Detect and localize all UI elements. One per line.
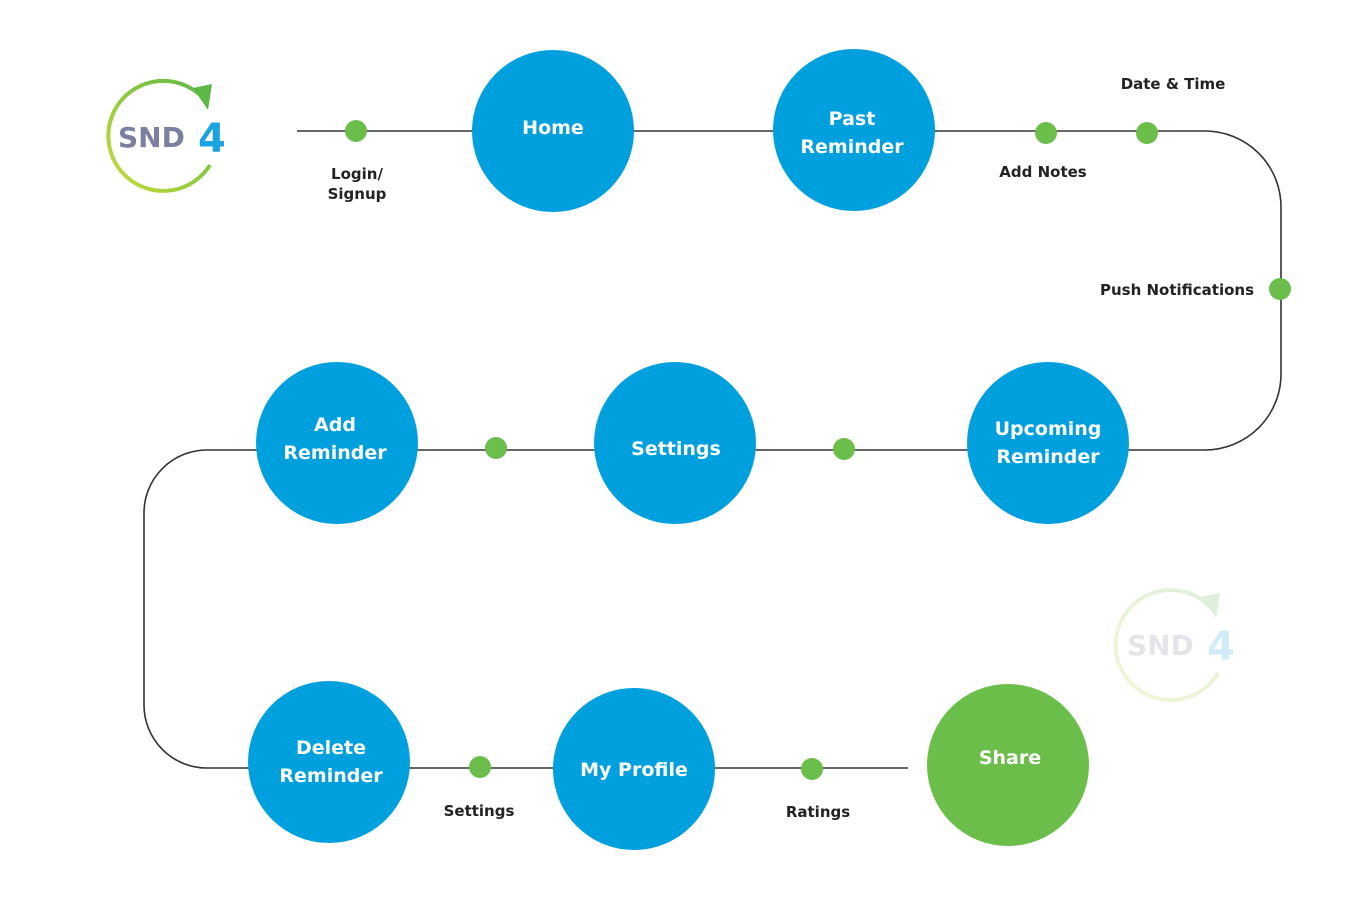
- logo: SND 4: [106, 78, 226, 193]
- dot-login: [345, 120, 367, 142]
- node-past-reminder[interactable]: Past Reminder: [773, 49, 935, 211]
- dot-ratings: [801, 758, 823, 780]
- node-settings[interactable]: Settings: [594, 362, 756, 524]
- label-date-time: Date & Time: [1121, 75, 1226, 93]
- logo-text: SND: [118, 121, 185, 154]
- label-signup: Signup: [328, 185, 387, 203]
- svg-text:Home: Home: [522, 117, 584, 139]
- label-add-notes: Add Notes: [999, 163, 1087, 181]
- node-upcoming-reminder[interactable]: Upcoming Reminder: [967, 362, 1129, 524]
- node-home[interactable]: Home: [472, 50, 634, 212]
- dot-date-time: [1136, 122, 1158, 144]
- arrow-icon: [193, 84, 212, 110]
- svg-text:Settings: Settings: [631, 438, 721, 460]
- watermark-logo: SND 4: [1113, 588, 1235, 702]
- flow-diagram: SND 4 SND 4 Home Past Reminder Upcoming …: [106, 49, 1291, 850]
- label-push-notifications: Push Notifications: [1100, 281, 1254, 299]
- svg-text:Add: Add: [314, 414, 356, 436]
- svg-text:Share: Share: [979, 747, 1041, 769]
- dot-push: [1269, 278, 1291, 300]
- svg-text:Delete: Delete: [296, 737, 366, 759]
- svg-text:Reminder: Reminder: [996, 446, 1100, 468]
- svg-text:Upcoming: Upcoming: [995, 418, 1102, 440]
- dot-row2-b: [485, 437, 507, 459]
- svg-text:Past: Past: [829, 108, 876, 130]
- svg-text:Reminder: Reminder: [800, 136, 904, 158]
- node-add-reminder[interactable]: Add Reminder: [256, 362, 418, 524]
- node-delete-reminder[interactable]: Delete Reminder: [248, 681, 410, 843]
- svg-text:Reminder: Reminder: [279, 765, 383, 787]
- dot-add-notes: [1035, 122, 1057, 144]
- label-login: Login/: [331, 165, 383, 183]
- node-share[interactable]: Share: [927, 684, 1089, 846]
- node-my-profile[interactable]: My Profile: [553, 688, 715, 850]
- svg-text:Reminder: Reminder: [283, 442, 387, 464]
- label-ratings: Ratings: [786, 803, 850, 821]
- svg-text:My Profile: My Profile: [580, 759, 688, 781]
- svg-text:4: 4: [1207, 624, 1235, 670]
- label-settings: Settings: [444, 802, 515, 820]
- svg-text:4: 4: [198, 116, 226, 162]
- svg-text:SND: SND: [1127, 629, 1194, 662]
- dot-row2-a: [833, 438, 855, 460]
- dot-settings: [469, 756, 491, 778]
